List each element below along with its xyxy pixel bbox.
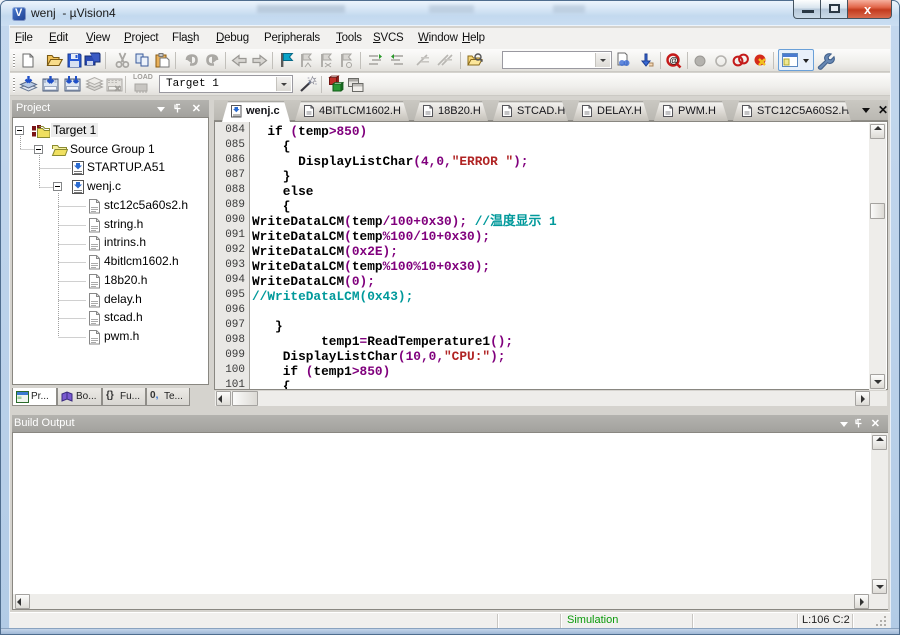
svg-text:@: @ (670, 56, 679, 66)
